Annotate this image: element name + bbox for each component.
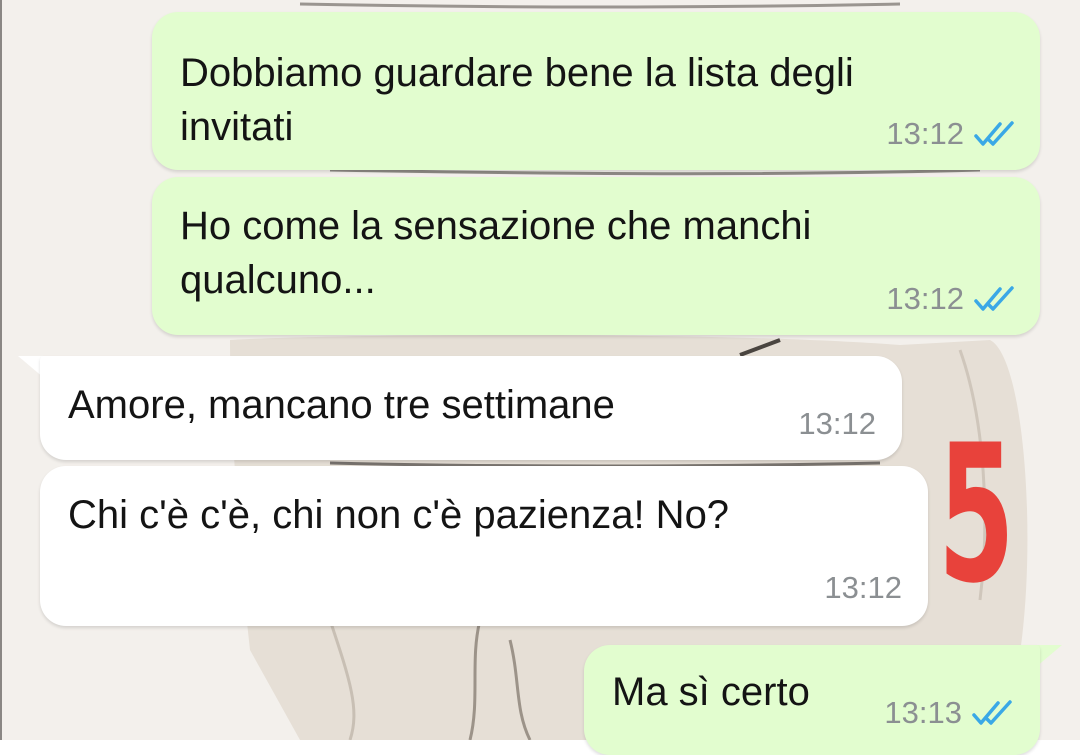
message-text: Ma sì certo [612, 670, 810, 714]
message-bubble-incoming[interactable]: Chi c'è c'è, chi non c'è pazienza! No? 1… [40, 466, 928, 626]
message-bubble-outgoing[interactable]: Dobbiamo guardare bene la lista degli in… [152, 12, 1040, 170]
message-meta: 13:13 [884, 695, 1014, 731]
message-text: Amore, mancano tre settimane [68, 383, 615, 427]
message-time: 13:12 [824, 570, 902, 605]
message-time: 13:12 [886, 281, 964, 316]
message-bubble-incoming[interactable]: Amore, mancano tre settimane 13:12 [40, 356, 902, 460]
screen-edge [0, 0, 2, 740]
message-bubble-outgoing[interactable]: Ma sì certo 13:13 [584, 645, 1040, 755]
message-meta: 13:12 [798, 406, 876, 442]
double-check-icon [972, 700, 1012, 725]
double-check-icon [974, 286, 1014, 311]
message-meta: 13:12 [886, 116, 1016, 152]
annotation-number: 5 [938, 404, 1015, 625]
double-check-icon [974, 121, 1014, 146]
message-time: 13:12 [798, 406, 876, 441]
message-text: Dobbiamo guardare bene la lista degli in… [180, 51, 854, 149]
message-text: Chi c'è c'è, chi non c'è pazienza! No? [68, 493, 730, 537]
message-meta: 13:12 [886, 281, 1016, 317]
message-meta: 13:12 [824, 570, 902, 606]
message-time: 13:12 [886, 116, 964, 151]
message-bubble-outgoing[interactable]: Ho come la sensazione che manchi qualcun… [152, 177, 1040, 335]
message-time: 13:13 [884, 695, 962, 730]
message-text: Ho come la sensazione che manchi qualcun… [180, 204, 812, 302]
